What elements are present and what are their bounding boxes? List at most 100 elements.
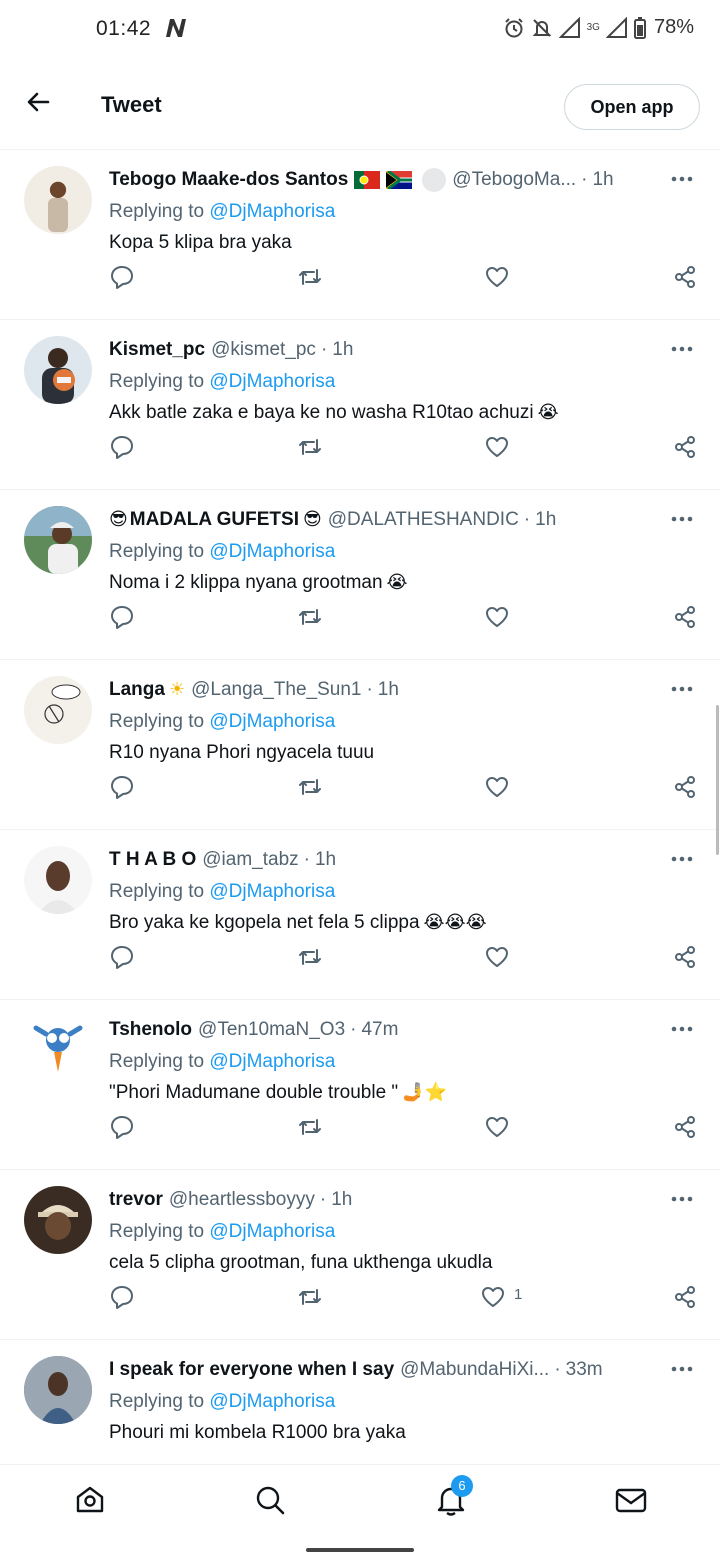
open-app-button[interactable]: Open app [564,84,700,130]
reply-icon[interactable] [109,944,135,970]
timestamp[interactable]: 1h [332,336,353,364]
like-icon[interactable] [484,944,510,970]
notification-badge: 6 [451,1475,473,1497]
reply-icon[interactable] [109,604,135,630]
timestamp[interactable]: 1h [592,166,613,194]
share-icon[interactable] [672,264,698,290]
more-options-icon[interactable] [670,344,694,354]
retweet-icon[interactable] [297,1284,323,1310]
more-options-icon[interactable] [670,1364,694,1374]
avatar[interactable] [24,676,92,744]
home-indicator[interactable] [306,1548,414,1552]
sunglasses-emoji: 😎 [303,509,322,530]
retweet-icon[interactable] [297,944,323,970]
reply-icon[interactable] [109,774,135,800]
mention-link[interactable]: @DjMaphorisa [209,711,335,732]
tweet-header: I speak for everyone when I say @Mabunda… [109,1356,660,1384]
replying-to-label: Replying to [109,1391,205,1412]
retweet-icon[interactable] [297,774,323,800]
like-icon[interactable] [480,1284,506,1310]
avatar[interactable] [24,1186,92,1254]
share-icon[interactable] [672,944,698,970]
avatar[interactable] [24,166,92,234]
more-options-icon[interactable] [670,684,694,694]
tweet-actions [0,1108,720,1148]
reply-tweet[interactable]: Langa ☀ @Langa_The_Sun1 · 1h Replying to… [0,660,720,830]
reply-icon[interactable] [109,434,135,460]
more-options-icon[interactable] [670,174,694,184]
share-icon[interactable] [672,434,698,460]
scrollbar[interactable] [716,705,719,855]
mention-link[interactable]: @DjMaphorisa [209,541,335,562]
share-icon[interactable] [672,774,698,800]
tweet-emoji: 😭 [386,572,408,593]
back-arrow-icon[interactable] [22,86,54,118]
tweet-header: Tebogo Maake-dos Santos @TebogoMa... · 1… [109,166,660,194]
signal-icon [558,16,580,38]
mention-link[interactable]: @DjMaphorisa [209,1221,335,1242]
share-icon[interactable] [672,1284,698,1310]
like-icon[interactable] [484,264,510,290]
retweet-icon[interactable] [297,1114,323,1140]
avatar[interactable] [24,1016,92,1084]
mention-link[interactable]: @DjMaphorisa [209,201,335,222]
reply-icon[interactable] [109,1114,135,1140]
timestamp[interactable]: 1h [315,846,336,874]
reply-icon[interactable] [109,264,135,290]
timestamp[interactable]: 1h [535,506,556,534]
like-icon[interactable] [484,604,510,630]
tweet-text: Phouri mi kombela R1000 bra yaka [109,1418,406,1448]
mention-link[interactable]: @DjMaphorisa [209,1051,335,1072]
replying-to-label: Replying to [109,1051,205,1072]
display-name[interactable]: T H A B O [109,846,196,874]
reply-tweet[interactable]: Tebogo Maake-dos Santos @TebogoMa... · 1… [0,150,720,320]
like-icon[interactable] [484,774,510,800]
avatar[interactable] [24,506,92,574]
share-icon[interactable] [672,1114,698,1140]
display-name[interactable]: MADALA GUFETSI [130,506,299,534]
retweet-icon[interactable] [297,264,323,290]
retweet-icon[interactable] [297,604,323,630]
display-name[interactable]: Tshenolo [109,1016,192,1044]
reply-tweet[interactable]: Kismet_pc @kismet_pc · 1h Replying to @D… [0,320,720,490]
reply-icon[interactable] [109,1284,135,1310]
display-name[interactable]: I speak for everyone when I say [109,1356,394,1384]
reply-tweet[interactable]: trevor @heartlessboyyy · 1h Replying to … [0,1170,720,1340]
avatar[interactable] [24,1356,92,1424]
reply-tweet[interactable]: I speak for everyone when I say @Mabunda… [0,1340,720,1464]
timestamp[interactable]: 1h [378,676,399,704]
more-options-icon[interactable] [670,514,694,524]
like-icon[interactable] [484,1114,510,1140]
more-options-icon[interactable] [670,1024,694,1034]
timestamp[interactable]: 1h [331,1186,352,1214]
reply-tweet[interactable]: T H A B O @iam_tabz · 1h Replying to @Dj… [0,830,720,1000]
avatar[interactable] [24,336,92,404]
tweet-header: 😎 MADALA GUFETSI 😎 @DALATHESHANDIC · 1h [109,506,660,534]
more-options-icon[interactable] [670,854,694,864]
replying-to-label: Replying to [109,201,205,222]
reply-tweet[interactable]: 😎 MADALA GUFETSI 😎 @DALATHESHANDIC · 1h … [0,490,720,660]
share-icon[interactable] [672,604,698,630]
retweet-icon[interactable] [297,434,323,460]
messages-mail-icon[interactable] [614,1483,648,1517]
mention-link[interactable]: @DjMaphorisa [209,371,335,392]
mention-link[interactable]: @DjMaphorisa [209,1391,335,1412]
separator-dot: · [303,849,310,870]
timestamp[interactable]: 47m [361,1016,398,1044]
display-name[interactable]: trevor [109,1186,163,1214]
mention-link[interactable]: @DjMaphorisa [209,881,335,902]
home-icon[interactable] [73,1483,107,1517]
more-options-icon[interactable] [670,1194,694,1204]
reply-tweet[interactable]: Tshenolo @Ten10maN_O3 · 47m Replying to … [0,1000,720,1170]
replying-to: Replying to @DjMaphorisa [109,1048,335,1076]
display-name[interactable]: Kismet_pc [109,336,205,364]
tweet-text-body: cela 5 clipha grootman, funa ukthenga uk… [109,1252,493,1273]
avatar[interactable] [24,846,92,914]
like-icon[interactable] [484,434,510,460]
tweet-emoji: 😭 [537,402,559,423]
display-name[interactable]: Langa [109,676,165,704]
display-name[interactable]: Tebogo Maake-dos Santos [109,166,348,194]
handle: @heartlessboyyy [168,1189,315,1210]
timestamp[interactable]: 33m [566,1356,603,1384]
search-icon[interactable] [253,1483,287,1517]
